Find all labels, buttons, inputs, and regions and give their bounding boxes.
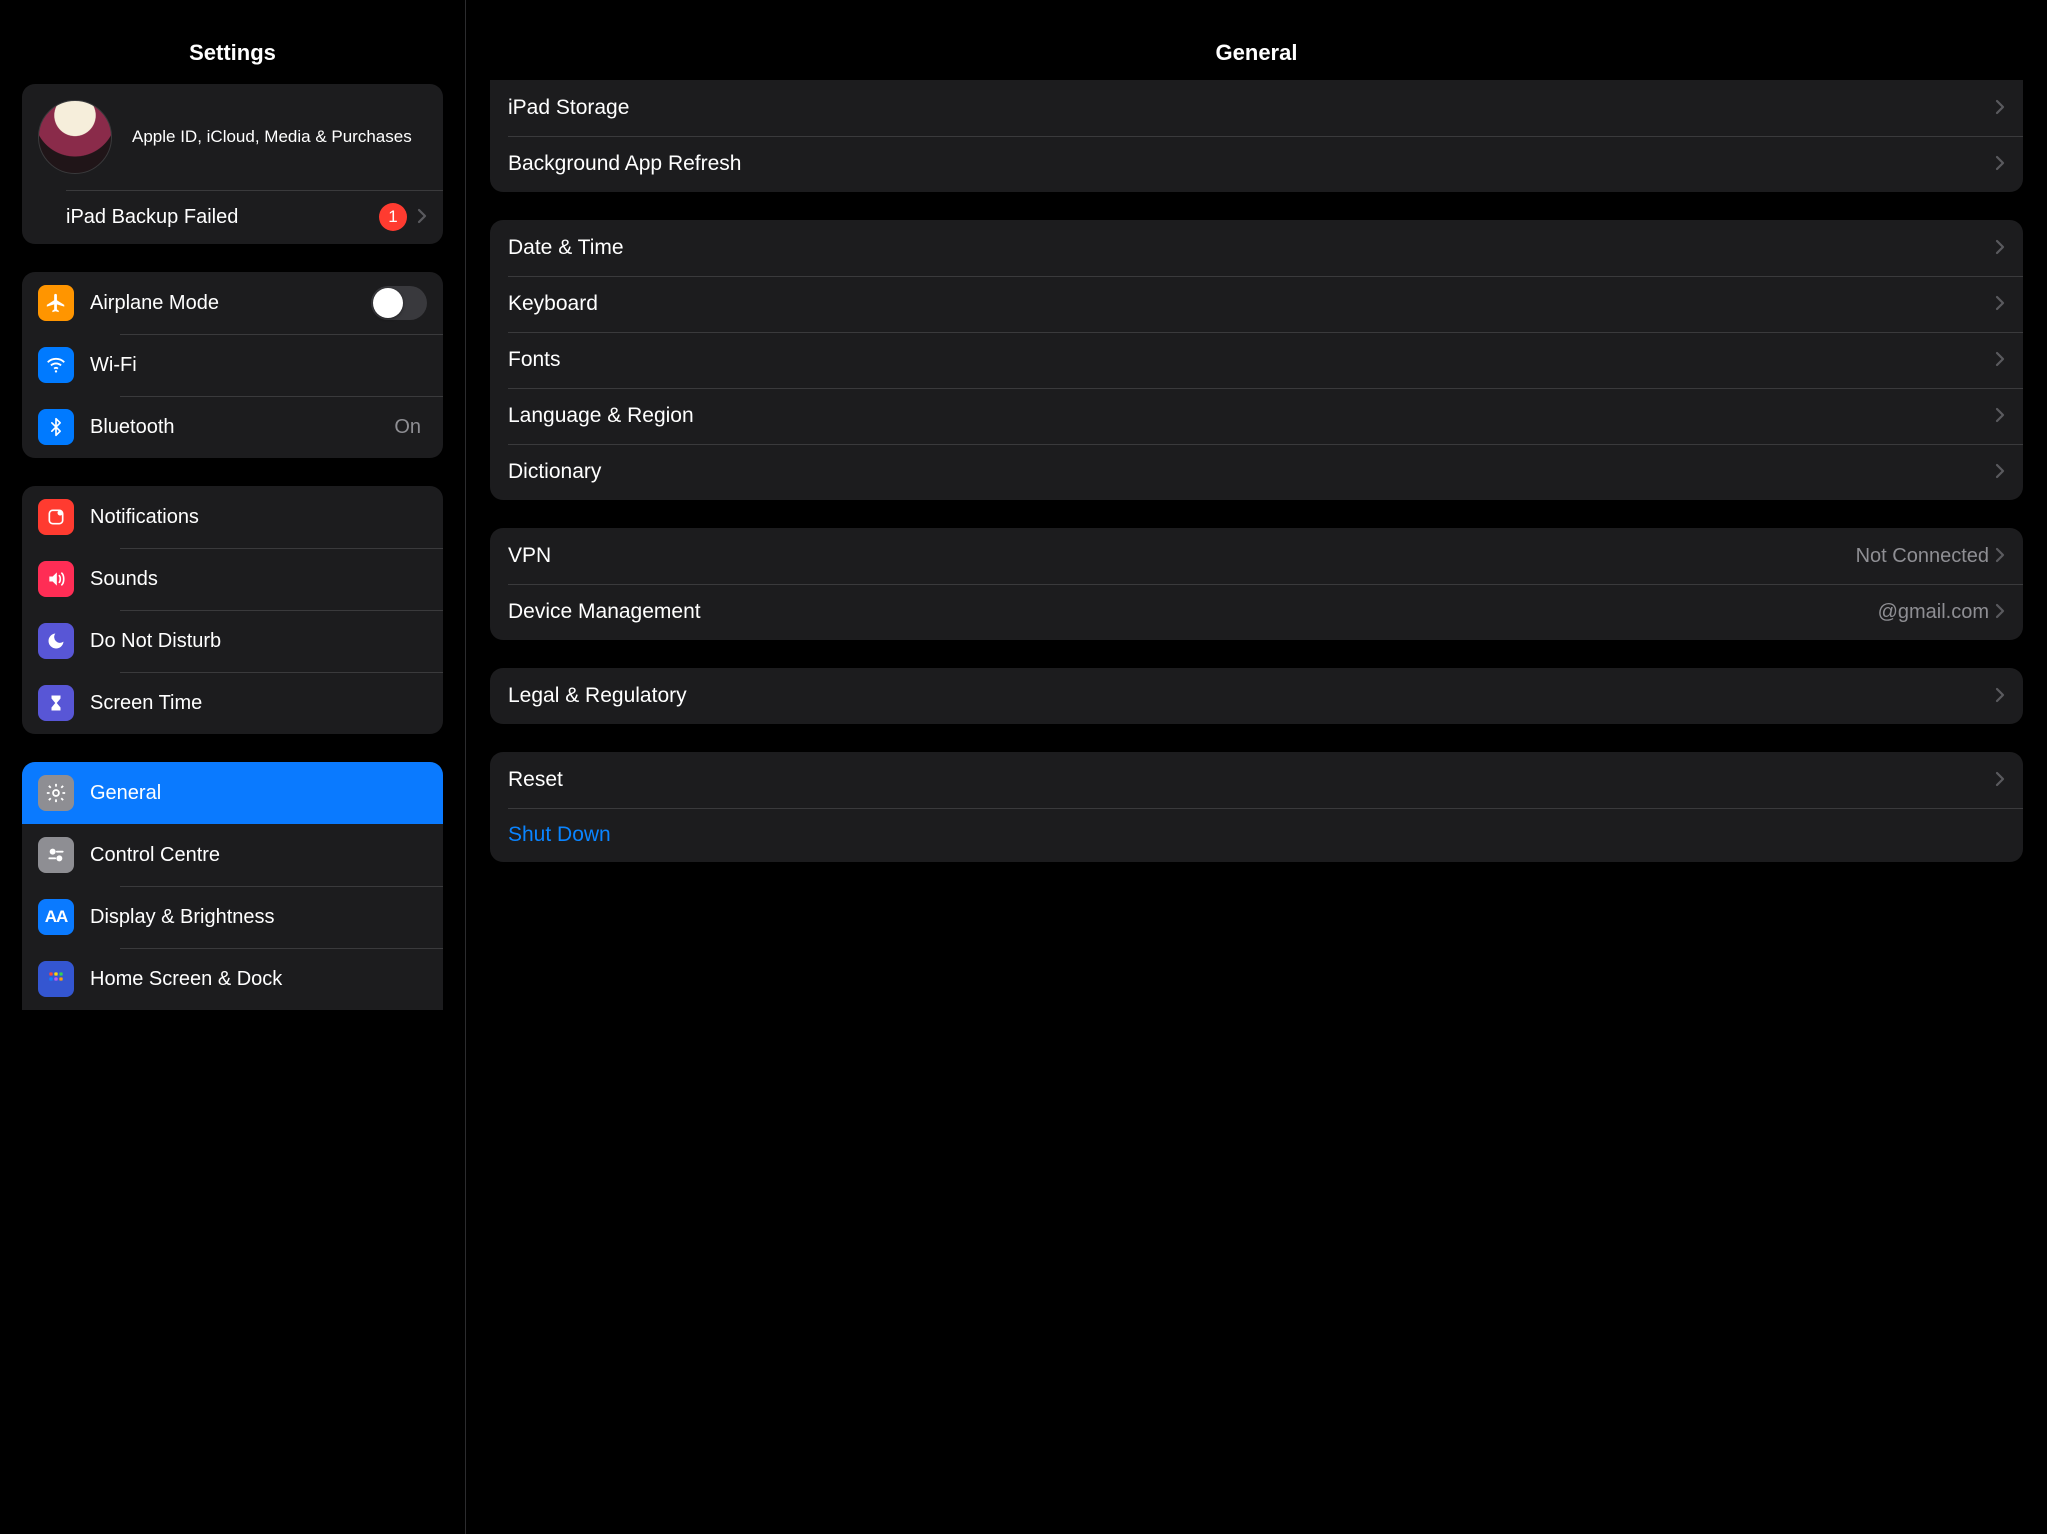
chevron-right-icon <box>417 204 427 230</box>
legal-label: Legal & Regulatory <box>508 684 1995 708</box>
ipad-storage-label: iPad Storage <box>508 96 1995 120</box>
localization-group: Date & Time Keyboard Fonts Language & Re… <box>490 220 2023 500</box>
hourglass-icon <box>38 685 74 721</box>
screentime-label: Screen Time <box>90 692 427 715</box>
avatar <box>38 100 112 174</box>
general-row[interactable]: General <box>22 762 443 824</box>
dictionary-row[interactable]: Dictionary <box>490 444 2023 500</box>
airplane-icon <box>38 285 74 321</box>
gear-icon <box>38 775 74 811</box>
fonts-label: Fonts <box>508 348 1995 372</box>
network-group: Airplane Mode Wi-Fi Bluetooth On <box>22 272 443 458</box>
chevron-right-icon <box>1995 459 2005 485</box>
backup-failed-row[interactable]: iPad Backup Failed 1 <box>22 190 443 244</box>
device-management-value: @gmail.com <box>1878 601 1989 624</box>
keyboard-row[interactable]: Keyboard <box>490 276 2023 332</box>
vpn-row[interactable]: VPN Not Connected <box>490 528 2023 584</box>
storage-group: iPad Storage Background App Refresh <box>490 80 2023 192</box>
ipad-storage-row[interactable]: iPad Storage <box>490 80 2023 136</box>
reset-label: Reset <box>508 768 1995 792</box>
background-refresh-row[interactable]: Background App Refresh <box>490 136 2023 192</box>
chevron-right-icon <box>1995 347 2005 373</box>
display-icon: AA <box>38 899 74 935</box>
legal-row[interactable]: Legal & Regulatory <box>490 668 2023 724</box>
chevron-right-icon <box>1995 151 2005 177</box>
vpn-label: VPN <box>508 544 1856 568</box>
profile-group: Apple ID, iCloud, Media & Purchases iPad… <box>22 84 443 244</box>
device-management-label: Device Management <box>508 600 1878 624</box>
shut-down-row[interactable]: Shut Down <box>490 808 2023 862</box>
control-centre-row[interactable]: Control Centre <box>22 824 443 886</box>
screen-time-row[interactable]: Screen Time <box>22 672 443 734</box>
home-screen-label: Home Screen & Dock <box>90 968 427 991</box>
chevron-right-icon <box>1995 235 2005 261</box>
shut-down-label: Shut Down <box>508 823 2005 847</box>
home-screen-row[interactable]: Home Screen & Dock <box>22 948 443 1010</box>
apple-id-row[interactable]: Apple ID, iCloud, Media & Purchases <box>22 84 443 190</box>
date-time-label: Date & Time <box>508 236 1995 260</box>
bluetooth-value: On <box>394 416 421 439</box>
chevron-right-icon <box>1995 291 2005 317</box>
sounds-row[interactable]: Sounds <box>22 548 443 610</box>
display-label: Display & Brightness <box>90 906 427 929</box>
display-row[interactable]: AA Display & Brightness <box>22 886 443 948</box>
dnd-label: Do Not Disturb <box>90 630 427 653</box>
reset-group: Reset Shut Down <box>490 752 2023 862</box>
airplane-label: Airplane Mode <box>90 292 371 315</box>
wifi-row[interactable]: Wi-Fi <box>22 334 443 396</box>
notifications-icon <box>38 499 74 535</box>
general-content: General iPad Storage Background App Refr… <box>466 0 2047 1534</box>
vpn-value: Not Connected <box>1856 545 1989 568</box>
notifications-group: Notifications Sounds Do Not Disturb Scre… <box>22 486 443 734</box>
general-label: General <box>90 782 427 805</box>
airplane-toggle[interactable] <box>371 286 427 320</box>
wifi-label: Wi-Fi <box>90 354 427 377</box>
date-time-row[interactable]: Date & Time <box>490 220 2023 276</box>
home-screen-icon <box>38 961 74 997</box>
bluetooth-row[interactable]: Bluetooth On <box>22 396 443 458</box>
language-region-label: Language & Region <box>508 404 1995 428</box>
control-centre-label: Control Centre <box>90 844 427 867</box>
chevron-right-icon <box>1995 95 2005 121</box>
profile-subtitle: Apple ID, iCloud, Media & Purchases <box>132 127 412 147</box>
bluetooth-label: Bluetooth <box>90 416 394 439</box>
chevron-right-icon <box>1995 403 2005 429</box>
language-region-row[interactable]: Language & Region <box>490 388 2023 444</box>
dictionary-label: Dictionary <box>508 460 1995 484</box>
device-management-row[interactable]: Device Management @gmail.com <box>490 584 2023 640</box>
moon-icon <box>38 623 74 659</box>
fonts-row[interactable]: Fonts <box>490 332 2023 388</box>
alert-badge: 1 <box>379 203 407 231</box>
notifications-row[interactable]: Notifications <box>22 486 443 548</box>
wifi-settings-icon <box>38 347 74 383</box>
settings-sidebar: Settings Apple ID, iCloud, Media & Purch… <box>0 0 466 1534</box>
chevron-right-icon <box>1995 683 2005 709</box>
system-group: General Control Centre AA Display & Brig… <box>22 762 443 1010</box>
do-not-disturb-row[interactable]: Do Not Disturb <box>22 610 443 672</box>
backup-failed-label: iPad Backup Failed <box>66 206 379 229</box>
bluetooth-icon <box>38 409 74 445</box>
content-title: General <box>466 26 2047 88</box>
chevron-right-icon <box>1995 599 2005 625</box>
sounds-icon <box>38 561 74 597</box>
chevron-right-icon <box>1995 767 2005 793</box>
background-refresh-label: Background App Refresh <box>508 152 1995 176</box>
legal-group: Legal & Regulatory <box>490 668 2023 724</box>
control-centre-icon <box>38 837 74 873</box>
vpn-group: VPN Not Connected Device Management @gma… <box>490 528 2023 640</box>
airplane-mode-row[interactable]: Airplane Mode <box>22 272 443 334</box>
keyboard-label: Keyboard <box>508 292 1995 316</box>
sounds-label: Sounds <box>90 568 427 591</box>
notifications-label: Notifications <box>90 506 427 529</box>
chevron-right-icon <box>1995 543 2005 569</box>
reset-row[interactable]: Reset <box>490 752 2023 808</box>
sidebar-title: Settings <box>0 26 465 84</box>
